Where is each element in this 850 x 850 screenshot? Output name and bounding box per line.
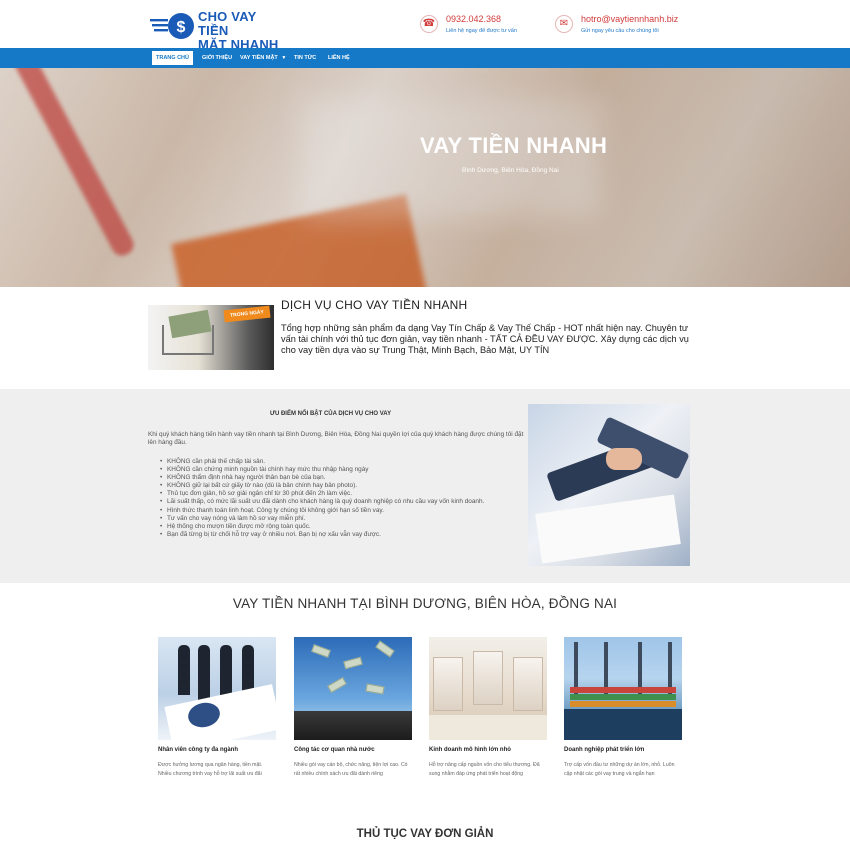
image-decor	[513, 657, 543, 711]
image-decor	[473, 651, 503, 705]
image-decor	[220, 645, 232, 695]
svg-text:$: $	[177, 19, 186, 36]
nav-item-news[interactable]: Tin tức	[290, 51, 320, 65]
advantages-intro: Khi quý khách hàng tiến hành vay tiền nh…	[148, 431, 524, 446]
list-item: KHÔNG cần phải thế chấp tài sản.	[160, 458, 522, 466]
card-description: Trợ cấp vốn đầu tư những dự án lớn, nhỏ.…	[564, 762, 675, 777]
email-address[interactable]: hotro@vaytiennhanh.biz	[581, 14, 678, 24]
service-image-banner: TRONG NGÀY	[223, 305, 271, 323]
procedure-title: THỦ TỤC VAY ĐƠN GIẢN	[356, 828, 494, 840]
card-description: Nhiều gói vay cán bộ, chức năng, tiện lợ…	[294, 762, 408, 777]
card-title[interactable]: Doanh nghiệp phát triển lớn	[564, 747, 644, 753]
chevron-down-icon: ▼	[281, 55, 287, 61]
site-logo[interactable]: $ CHO VAY TIỀN MẶT NHANH	[150, 10, 290, 52]
nav-item-cash-loan[interactable]: Vay tiền mặt ▼	[236, 51, 290, 65]
logo-text: CHO VAY TIỀN MẶT NHANH	[198, 10, 290, 52]
image-decor	[311, 644, 331, 658]
nav-item-about[interactable]: Giới thiệu	[198, 51, 236, 65]
phone-icon: ☎	[420, 15, 438, 33]
image-decor	[178, 645, 190, 695]
shopping-cart-icon	[162, 325, 214, 355]
image-decor	[433, 657, 463, 711]
hero-title: VAY TIỀN NHANH	[420, 133, 608, 158]
mail-icon: ✉	[555, 15, 573, 33]
card-image	[429, 637, 547, 740]
hero-subtitle: Bình Dương, Biên Hòa, Đồng Nai	[462, 167, 559, 174]
card-title[interactable]: Nhân viên công ty đa ngành	[158, 747, 238, 753]
service-description: Tổng hợp những sản phẩm đa dạng Vay Tín …	[281, 323, 689, 355]
list-item: Bạn đã từng bị từ chối hỗ trợ vay ở nhiề…	[160, 531, 522, 539]
nav-item-contact[interactable]: Liên hệ	[324, 51, 354, 65]
logo-line-1: CHO VAY TIỀN	[198, 9, 257, 38]
phone-note: Liên hệ ngay để được tư vấn	[446, 28, 517, 34]
card-description: Hỗ trợ nâng cấp nguồn vốn cho tiểu thươn…	[429, 762, 540, 777]
page: $ CHO VAY TIỀN MẶT NHANH ☎ 0932.042.368 …	[0, 0, 850, 850]
advantages-title: ƯU ĐIỂM NỔI BẬT CỦA DỊCH VỤ CHO VAY	[270, 411, 392, 417]
main-nav: Trang chủ Giới thiệu Vay tiền mặt ▼ Tin …	[0, 48, 850, 68]
card-image	[158, 637, 276, 740]
hero-overlay	[0, 68, 850, 287]
image-decor	[375, 640, 395, 658]
advantages-list: KHÔNG cần phải thế chấp tài sản. KHÔNG c…	[160, 458, 522, 539]
list-item: KHÔNG cần chứng minh nguồn tài chính hay…	[160, 466, 522, 474]
list-item: Hệ thống cho mượn tiền được mở rộng toàn…	[160, 523, 522, 531]
site-header: $ CHO VAY TIỀN MẶT NHANH ☎ 0932.042.368 …	[0, 0, 850, 52]
list-item: Tư vấn cho vay nóng và làm hồ sơ vay miễ…	[160, 515, 522, 523]
advantages-section: ƯU ĐIỂM NỔI BẬT CỦA DỊCH VỤ CHO VAY Khi …	[0, 389, 850, 583]
image-decor	[198, 645, 210, 701]
card-title[interactable]: Kinh doanh mô hình lớn nhỏ	[429, 747, 511, 753]
image-decor	[606, 448, 642, 470]
email-note: Gửi ngay yêu cầu cho chúng tôi	[581, 28, 659, 34]
image-decor	[365, 683, 385, 695]
card-image	[294, 637, 412, 740]
card-image	[564, 637, 682, 740]
image-decor	[327, 677, 347, 693]
card-business[interactable]: Kinh doanh mô hình lớn nhỏ Hỗ trợ nâng c…	[429, 637, 547, 797]
image-decor	[570, 687, 676, 693]
image-decor	[343, 656, 363, 670]
nav-item-home[interactable]: Trang chủ	[152, 51, 193, 65]
image-decor	[429, 715, 547, 740]
image-decor	[570, 694, 676, 700]
dollar-badge-icon: $	[150, 13, 194, 39]
nav-item-cash-loan-label: Vay tiền mặt	[240, 55, 278, 61]
card-employee[interactable]: Nhân viên công ty đa ngành Được hưởng lư…	[158, 637, 276, 797]
handshake-image	[528, 404, 690, 566]
image-decor	[564, 709, 682, 740]
hero-banner	[0, 68, 850, 287]
card-enterprise[interactable]: Doanh nghiệp phát triển lớn Trợ cấp vốn …	[564, 637, 682, 797]
image-decor	[570, 701, 676, 707]
list-item: Hình thức thanh toán linh hoạt. Công ty …	[160, 507, 522, 515]
service-image: TRONG NGÀY	[148, 305, 274, 370]
locations-title: VAY TIỀN NHANH TẠI BÌNH DƯƠNG, BIÊN HÒA,…	[232, 596, 618, 611]
list-item: Lãi suất thấp, có mức lãi suất ưu đãi dà…	[160, 498, 522, 506]
service-title: DỊCH VỤ CHO VAY TIỀN NHANH	[281, 298, 468, 312]
phone-number[interactable]: 0932.042.368	[446, 14, 501, 24]
image-decor	[535, 494, 681, 564]
image-decor	[294, 711, 412, 740]
card-description: Được hưởng lương qua ngân hàng, tiền mặt…	[158, 762, 263, 777]
card-title[interactable]: Công tác cơ quan nhà nước	[294, 747, 375, 753]
card-government[interactable]: Công tác cơ quan nhà nước Nhiều gói vay …	[294, 637, 412, 797]
